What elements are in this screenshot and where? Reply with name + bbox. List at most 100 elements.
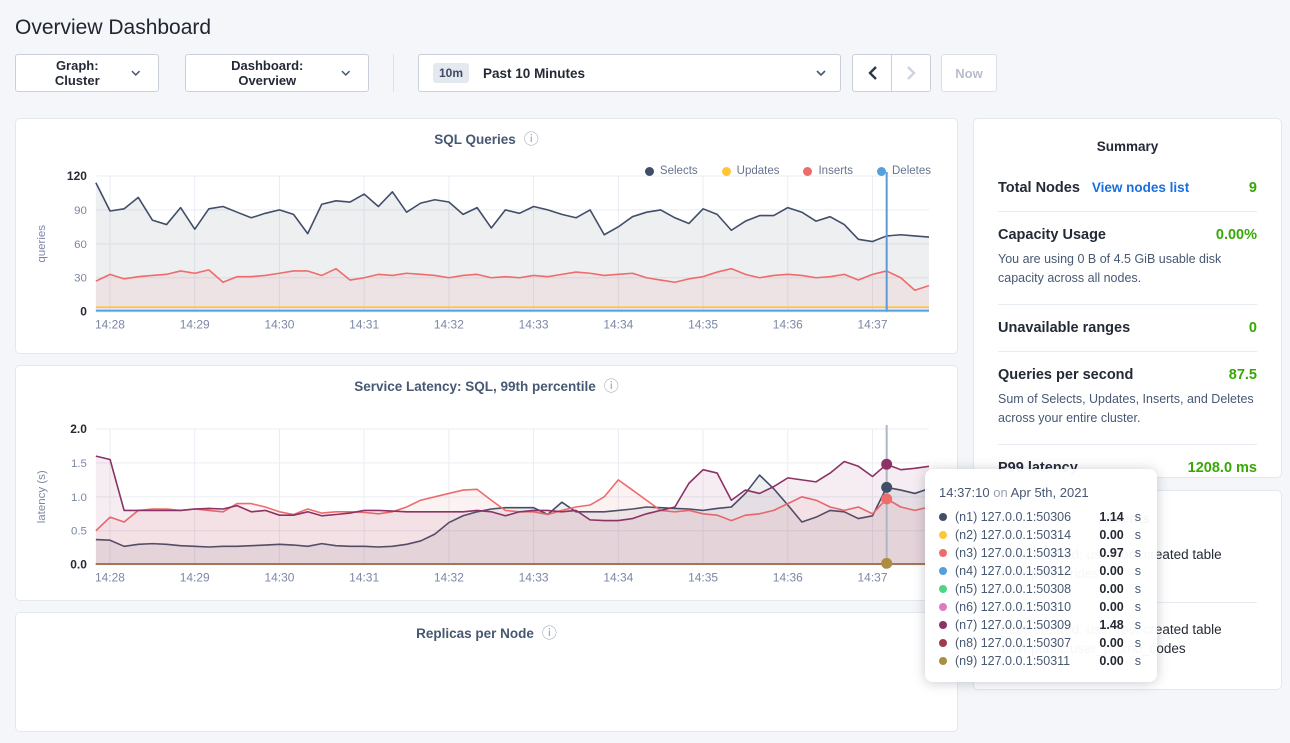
service-latency-chart[interactable]: 0.00.51.01.52.014:2814:2914:3014:3114:32… xyxy=(16,420,957,592)
svg-text:1.5: 1.5 xyxy=(71,458,87,470)
tooltip-row: (n6) 127.0.0.1:503100.00s xyxy=(939,598,1141,616)
replicas-title-row: Replicas per Node ⓘ xyxy=(16,613,957,641)
node-address: (n7) 127.0.0.1:50309 xyxy=(955,618,1071,632)
summary-panel: Summary Total Nodes View nodes list 9 Ca… xyxy=(973,118,1282,478)
node-address: (n2) 127.0.0.1:50314 xyxy=(955,528,1071,542)
legend-item-deletes[interactable]: Deletes xyxy=(877,165,931,177)
info-icon[interactable]: ⓘ xyxy=(604,379,619,394)
divider xyxy=(998,351,1257,352)
time-range-dropdown[interactable]: 10m Past 10 Minutes xyxy=(418,54,841,92)
node-color-dot xyxy=(939,603,947,611)
time-range-badge: 10m xyxy=(433,63,469,83)
svg-text:14:31: 14:31 xyxy=(349,571,379,585)
svg-text:60: 60 xyxy=(74,239,87,251)
info-icon[interactable]: ⓘ xyxy=(542,626,557,641)
svg-text:14:34: 14:34 xyxy=(603,571,633,585)
chart-svg: 030609012014:2814:2914:3014:3114:3214:33… xyxy=(32,167,941,339)
tooltip-rows: (n1) 127.0.0.1:503061.14s (n2) 127.0.0.1:… xyxy=(939,508,1141,670)
legend-label: Deletes xyxy=(892,165,931,177)
chart-title-text: SQL Queries xyxy=(434,132,516,147)
divider xyxy=(998,444,1257,445)
latency-unit: s xyxy=(1135,582,1141,596)
svg-text:14:37: 14:37 xyxy=(858,571,888,585)
summary-heading: Summary xyxy=(998,139,1257,154)
node-latency-value: 0.00 xyxy=(1099,528,1123,542)
p99-latency-value: 1208.0 ms xyxy=(1188,460,1257,476)
chevron-right-icon xyxy=(907,66,916,80)
unavailable-ranges-label: Unavailable ranges xyxy=(998,320,1130,336)
svg-text:queries: queries xyxy=(36,225,48,263)
svg-text:90: 90 xyxy=(74,205,87,217)
sql-queries-title-row: SQL Queries ⓘ xyxy=(16,119,957,147)
info-icon[interactable]: ⓘ xyxy=(524,132,539,147)
total-nodes-label: Total Nodes xyxy=(998,180,1080,196)
legend-label: Updates xyxy=(737,165,780,177)
svg-text:14:30: 14:30 xyxy=(264,571,294,585)
node-latency-value: 0.00 xyxy=(1099,564,1123,578)
svg-text:120: 120 xyxy=(67,169,87,183)
node-latency-value: 1.48 xyxy=(1099,618,1123,632)
tooltip-row: (n9) 127.0.0.1:503110.00s xyxy=(939,652,1141,670)
svg-text:14:36: 14:36 xyxy=(773,318,803,332)
summary-row-qps: Queries per second 87.5 xyxy=(998,367,1257,383)
latency-unit: s xyxy=(1135,528,1141,542)
svg-text:14:35: 14:35 xyxy=(688,318,718,332)
tooltip-on: on xyxy=(993,485,1007,500)
latency-unit: s xyxy=(1135,618,1141,632)
time-back-button[interactable] xyxy=(852,54,892,92)
legend-label: Inserts xyxy=(818,165,853,177)
node-color-dot xyxy=(939,585,947,593)
legend-item-updates[interactable]: Updates xyxy=(722,165,780,177)
chevron-down-icon xyxy=(131,70,141,76)
svg-text:14:31: 14:31 xyxy=(349,318,379,332)
time-forward-button[interactable] xyxy=(891,54,931,92)
svg-text:0.5: 0.5 xyxy=(71,526,87,538)
tooltip-row: (n4) 127.0.0.1:50312 0.00 s xyxy=(939,562,1141,580)
tooltip-time: 14:37:10 xyxy=(939,485,990,500)
time-range-label: Past 10 Minutes xyxy=(483,66,816,81)
time-pager xyxy=(852,54,931,92)
sql-queries-chart[interactable]: 030609012014:2814:2914:3014:3114:3214:33… xyxy=(16,167,957,339)
node-color-dot xyxy=(939,549,947,557)
tooltip-row: (n1) 127.0.0.1:503061.14s xyxy=(939,508,1141,526)
crosshair-dot xyxy=(881,482,892,493)
svg-text:14:32: 14:32 xyxy=(434,571,464,585)
graph-dropdown[interactable]: Graph: Cluster xyxy=(15,54,159,92)
service-latency-panel: Service Latency: SQL, 99th percentile ⓘ … xyxy=(15,365,958,601)
svg-text:14:35: 14:35 xyxy=(688,571,718,585)
qps-label: Queries per second xyxy=(998,367,1133,383)
legend-item-inserts[interactable]: Inserts xyxy=(803,165,853,177)
svg-text:latency (s): latency (s) xyxy=(36,470,48,523)
node-latency-value: 0.00 xyxy=(1099,654,1123,668)
node-latency-value: 0.00 xyxy=(1099,636,1123,650)
svg-text:14:36: 14:36 xyxy=(773,571,803,585)
dashboard-dropdown[interactable]: Dashboard: Overview xyxy=(185,54,369,92)
capacity-description: You are using 0 B of 4.5 GiB usable disk… xyxy=(998,250,1257,289)
svg-text:14:28: 14:28 xyxy=(95,318,125,332)
node-color-dot xyxy=(939,621,947,629)
svg-text:14:33: 14:33 xyxy=(519,318,549,332)
svg-text:14:34: 14:34 xyxy=(603,318,633,332)
chart-tooltip: 14:37:10 on Apr 5th, 2021 (n1) 127.0.0.1… xyxy=(925,469,1157,682)
service-latency-title-row: Service Latency: SQL, 99th percentile ⓘ xyxy=(16,366,957,394)
capacity-label: Capacity Usage xyxy=(998,227,1106,243)
svg-text:0.0: 0.0 xyxy=(70,558,87,572)
qps-value: 87.5 xyxy=(1229,367,1257,383)
node-address: (n1) 127.0.0.1:50306 xyxy=(955,510,1071,524)
chart-title-text: Service Latency: SQL, 99th percentile xyxy=(354,379,596,394)
legend-item-selects[interactable]: Selects xyxy=(645,165,698,177)
now-button[interactable]: Now xyxy=(941,54,997,92)
controls-bar: Graph: Cluster Dashboard: Overview 10m P… xyxy=(15,54,1290,92)
crosshair-dot xyxy=(881,493,892,504)
node-address: (n4) 127.0.0.1:50312 xyxy=(955,564,1071,578)
graph-dropdown-label: Graph: Cluster xyxy=(34,58,121,88)
node-color-dot xyxy=(939,513,947,521)
node-latency-value: 0.00 xyxy=(1099,600,1123,614)
node-address: (n9) 127.0.0.1:50311 xyxy=(955,654,1070,668)
latency-unit: s xyxy=(1135,564,1141,578)
view-nodes-list-link[interactable]: View nodes list xyxy=(1092,180,1189,195)
sql-queries-panel: SQL Queries ⓘ Selects Updates Inserts Delet… xyxy=(15,118,958,354)
charts-column: SQL Queries ⓘ Selects Updates Inserts Delet… xyxy=(15,118,958,743)
summary-row-capacity: Capacity Usage 0.00% xyxy=(998,227,1257,243)
legend-dot xyxy=(877,167,886,176)
